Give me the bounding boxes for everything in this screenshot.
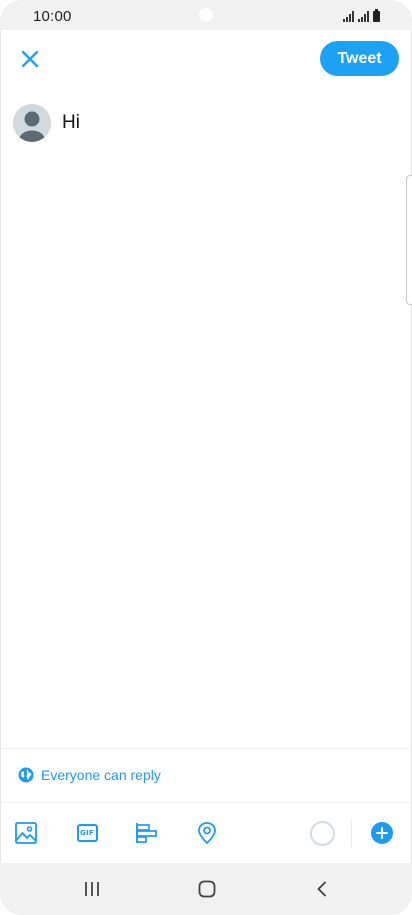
phone-screen: 10:00 Tweet Hi Everyone can reply GIF: [0, 0, 412, 915]
home-button[interactable]: [177, 863, 237, 915]
gif-icon: GIF: [76, 824, 98, 842]
status-bar: 10:00: [0, 0, 412, 30]
avatar[interactable]: [13, 104, 51, 142]
back-button[interactable]: [292, 863, 352, 915]
signal-icon: [343, 11, 354, 22]
status-time: 10:00: [33, 8, 72, 25]
back-icon: [317, 881, 326, 897]
home-icon: [198, 880, 216, 898]
poll-icon: [136, 823, 157, 843]
toolbar-separator: [351, 819, 352, 847]
divider: [0, 748, 412, 749]
tweet-button[interactable]: Tweet: [320, 41, 399, 76]
battery-icon: [373, 9, 380, 22]
front-camera: [199, 8, 213, 22]
system-navigation-bar: [0, 863, 412, 915]
close-button[interactable]: [16, 45, 44, 73]
add-tweet-button[interactable]: [371, 822, 393, 844]
image-icon: [15, 822, 37, 844]
add-gif-button[interactable]: GIF: [75, 821, 99, 845]
signal-icon: [358, 11, 369, 22]
tweet-text-input[interactable]: Hi: [62, 112, 80, 134]
location-icon: [198, 822, 216, 844]
gif-label: GIF: [80, 829, 94, 837]
default-avatar-icon: [19, 111, 45, 142]
recent-apps-button[interactable]: [62, 863, 122, 915]
globe-icon: [18, 767, 34, 783]
plus-icon: [376, 827, 388, 839]
reply-setting-label: Everyone can reply: [41, 767, 161, 783]
add-image-button[interactable]: [14, 821, 38, 845]
close-icon: [21, 50, 39, 68]
reply-setting-button[interactable]: Everyone can reply: [18, 767, 161, 783]
status-icons: [343, 9, 380, 22]
add-location-button[interactable]: [195, 821, 219, 845]
edge-panel-handle[interactable]: [406, 175, 412, 305]
character-counter: [310, 821, 335, 846]
divider: [0, 802, 412, 803]
add-poll-button[interactable]: [135, 821, 159, 845]
recent-apps-icon: [85, 882, 99, 896]
